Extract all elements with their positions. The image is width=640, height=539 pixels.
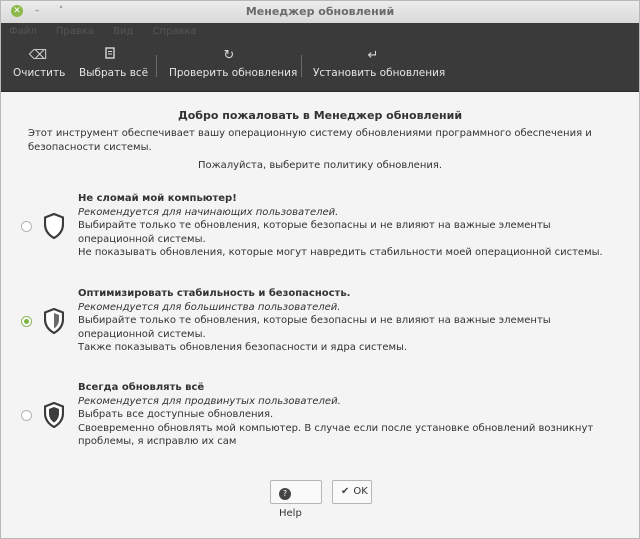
ok-button-label: OK (353, 486, 368, 497)
backspace-icon: ⌫ (28, 48, 48, 63)
toolbar: ⌫ Очистить Выбрать всё ↻ Проверить обнов… (1, 41, 639, 92)
clear-button[interactable]: ⌫ Очистить (13, 47, 66, 87)
shield-icon (44, 402, 64, 428)
policy-description-extra: Своевременно обновлять мой компьютер. В … (78, 422, 594, 448)
toolbar-separator (301, 55, 302, 77)
policy-recommendation: Рекомендуется для большинства пользовате… (78, 301, 341, 313)
welcome-heading: Добро пожаловать в Менеджер обновлений (177, 109, 463, 122)
install-button-label: Установить обновления (313, 67, 446, 79)
choose-policy-text: Пожалуйста, выберите политику обновления… (197, 160, 443, 171)
refresh-icon: ↻ (223, 48, 235, 63)
select-all-button-label: Выбрать всё (79, 67, 149, 79)
policy-radio-safe[interactable] (21, 221, 32, 232)
clear-button-label: Очистить (13, 67, 66, 79)
menu-view[interactable]: Вид (105, 23, 141, 40)
ok-button[interactable]: ✔ OK (332, 480, 372, 504)
checkmark-icon: ✔ (341, 486, 350, 497)
policy-option-safe[interactable]: Не сломай мой компьютер! Рекомендуется д… (1, 192, 639, 264)
policy-description: Выбрать все доступные обновления. (78, 409, 274, 420)
policy-recommendation: Рекомендуется для продвинутых пользовате… (78, 395, 341, 407)
document-icon (79, 47, 141, 65)
help-button-label: Help (279, 508, 302, 519)
policy-title: Не сломай мой компьютер! (78, 193, 237, 204)
policy-description-extra: Также показывать обновления безопасности… (78, 342, 408, 353)
select-all-button[interactable]: Выбрать всё (79, 47, 149, 87)
help-button[interactable]: ? Help (270, 480, 322, 519)
policy-option-always[interactable]: Всегда обновлять всё Рекомендуется для п… (1, 381, 639, 453)
menu-help[interactable]: Справка (145, 23, 205, 40)
policy-title: Оптимизировать стабильность и безопаснос… (78, 288, 351, 299)
policy-description: Выбирайте только те обновления, которые … (78, 220, 551, 245)
toolbar-separator (156, 55, 157, 77)
update-manager-window: ✕ – ˄ Менеджер обновлений Файл Правка Ви… (0, 0, 640, 539)
policy-radio-always[interactable] (21, 410, 32, 421)
policy-recommendation: Рекомендуется для начинающих пользовател… (78, 206, 339, 218)
policy-radio-optimized[interactable] (21, 316, 32, 327)
intro-text: Этот инструмент обеспечивает вашу операц… (28, 128, 592, 153)
content-area: Добро пожаловать в Менеджер обновлений Э… (1, 92, 639, 538)
policy-title: Всегда обновлять всё (78, 382, 205, 393)
help-icon: ? (279, 488, 291, 500)
policy-description-extra: Не показывать обновления, которые могут … (78, 247, 603, 258)
enter-icon: ↵ (367, 48, 379, 63)
policy-text-optimized: Оптимизировать стабильность и безопаснос… (78, 287, 618, 355)
policy-text-safe: Не сломай мой компьютер! Рекомендуется д… (78, 192, 618, 260)
refresh-button[interactable]: ↻ Проверить обновления (169, 47, 298, 87)
refresh-button-label: Проверить обновления (169, 67, 298, 79)
menu-edit[interactable]: Правка (48, 23, 102, 40)
menu-file[interactable]: Файл (1, 23, 45, 40)
window-title: Менеджер обновлений (245, 5, 395, 18)
policy-description: Выбирайте только те обновления, которые … (78, 315, 551, 340)
policy-text-always: Всегда обновлять всё Рекомендуется для п… (78, 381, 618, 449)
title-bar: ✕ – ˄ Менеджер обновлений (1, 1, 639, 24)
policy-option-optimized[interactable]: Оптимизировать стабильность и безопаснос… (1, 287, 639, 359)
install-button[interactable]: ↵ Установить обновления (313, 47, 446, 87)
shield-icon (44, 308, 64, 334)
menu-bar: Файл Правка Вид Справка (1, 23, 639, 41)
shield-icon (44, 213, 64, 239)
